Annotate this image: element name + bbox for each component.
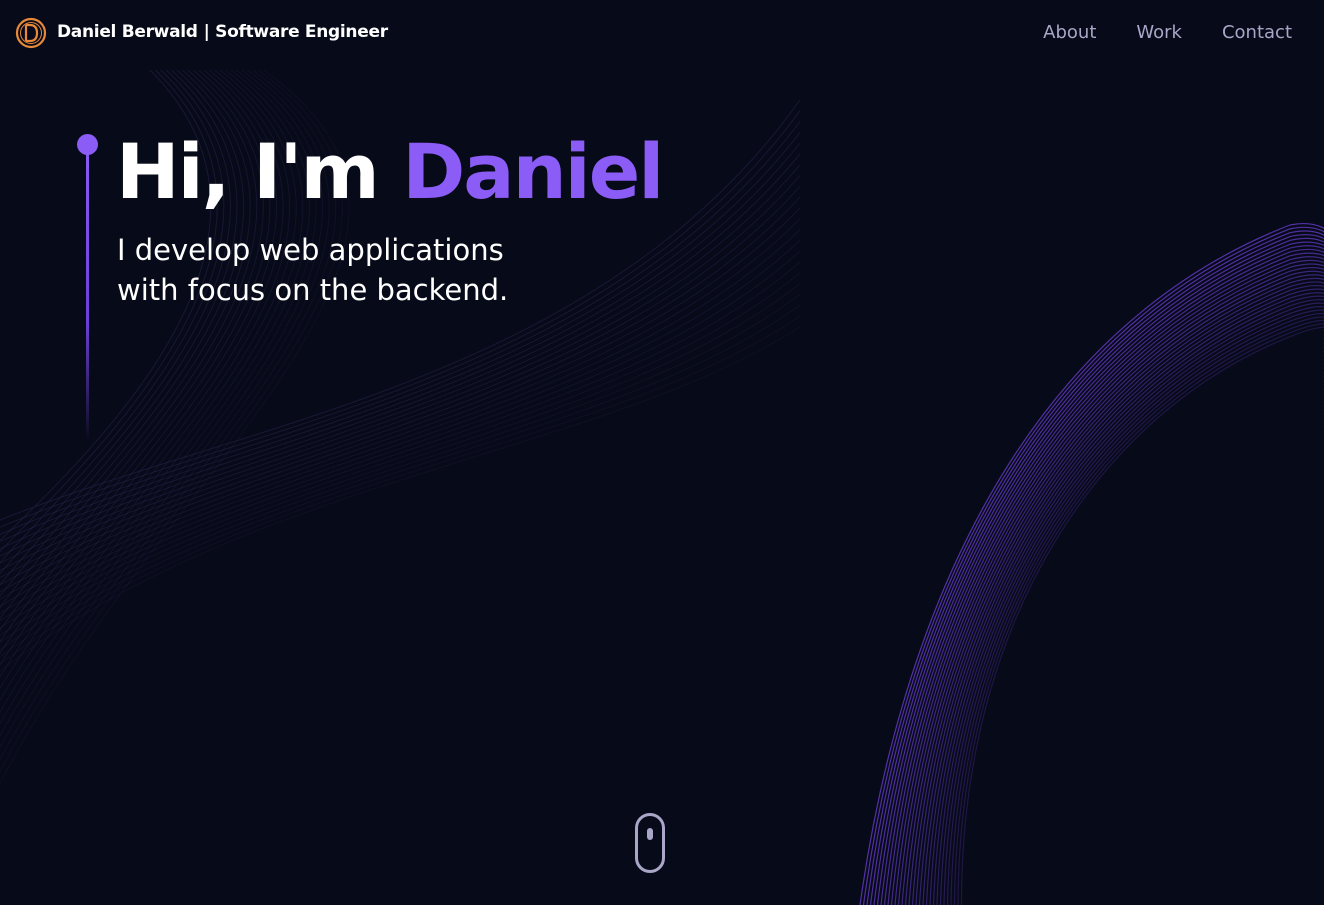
hero-title-name: Daniel: [402, 127, 664, 216]
brand-title[interactable]: Daniel Berwald | Software Engineer: [57, 22, 388, 42]
nav-link-contact[interactable]: Contact: [1222, 22, 1292, 43]
logo-icon[interactable]: [14, 16, 48, 50]
navbar: Daniel Berwald | Software Engineer About …: [0, 0, 1324, 70]
hero-title: Hi, I'm Daniel: [116, 122, 664, 222]
hero-title-prefix: Hi, I'm: [116, 127, 380, 216]
page: Daniel Berwald | Software Engineer About …: [0, 0, 1324, 905]
hero-subtitle: I develop web applications with focus on…: [117, 230, 587, 310]
accent-dot: [77, 134, 98, 155]
scroll-wheel: [647, 828, 653, 840]
scroll-down-icon[interactable]: [635, 813, 665, 873]
hero-subtitle-line1: I develop web applications: [117, 233, 504, 267]
hero-section: Hi, I'm Daniel I develop web application…: [0, 0, 1324, 905]
nav-link-work[interactable]: Work: [1136, 22, 1182, 43]
brand-name: Daniel Berwald: [57, 22, 198, 42]
accent-line: [86, 142, 89, 442]
brand-tagline: | Software Engineer: [203, 22, 388, 42]
nav-links: About Work Contact: [1043, 22, 1292, 43]
hero-subtitle-line2: with focus on the backend.: [117, 273, 509, 307]
nav-link-about[interactable]: About: [1043, 22, 1096, 43]
